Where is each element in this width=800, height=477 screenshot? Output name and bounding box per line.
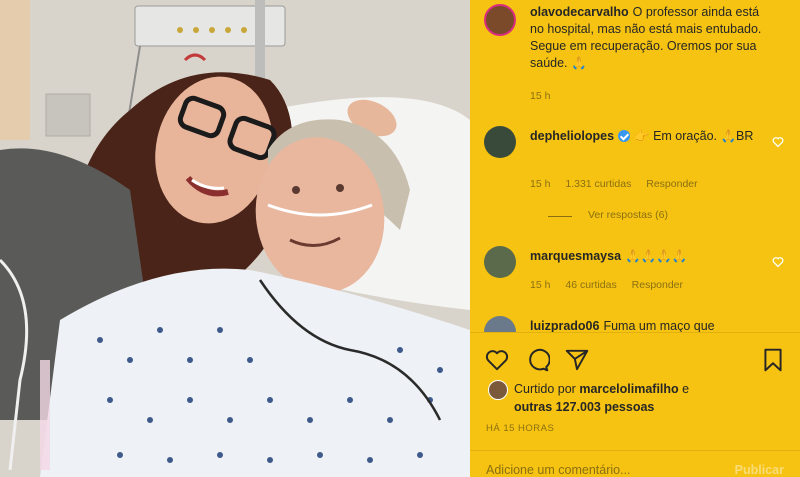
comment-likes[interactable]: 1.331 curtidas <box>565 178 631 190</box>
caption-time[interactable]: 15 h <box>530 90 550 102</box>
post-sidebar: olavodecarvalho O professor ainda está no… <box>470 0 800 477</box>
post-photo <box>0 0 470 477</box>
likes-others[interactable]: outras 127.003 pessoas <box>514 400 654 414</box>
comments-list: olavodecarvalho O professor ainda está no… <box>470 0 800 332</box>
avatar[interactable] <box>484 246 516 278</box>
post-timestamp[interactable]: HÁ 15 HORAS <box>486 423 554 434</box>
comment-text: 🙏🙏🙏🙏 <box>625 249 688 263</box>
hospital-photo <box>0 0 470 477</box>
avatar[interactable] <box>484 4 516 36</box>
comment-username[interactable]: depheliolopes <box>530 129 614 143</box>
heart-icon[interactable] <box>484 347 510 373</box>
comment-text: Fuma um maço que <box>603 319 715 332</box>
heart-icon[interactable] <box>772 136 784 148</box>
avatar[interactable] <box>484 126 516 158</box>
comment-text: 👉 Em oração. 🙏BR <box>634 129 754 143</box>
reply-button[interactable]: Responder <box>632 279 683 291</box>
comment-likes[interactable]: 46 curtidas <box>565 279 616 291</box>
likes-conj: e <box>682 382 690 396</box>
comment-time[interactable]: 15 h <box>530 178 550 190</box>
heart-icon[interactable] <box>772 256 784 268</box>
avatar[interactable] <box>488 380 508 400</box>
save-icon[interactable] <box>760 347 786 373</box>
reply-divider <box>548 216 572 217</box>
divider <box>470 450 800 451</box>
comment-icon[interactable] <box>524 347 550 373</box>
share-icon[interactable] <box>564 347 590 373</box>
comment-input[interactable]: Adicione um comentário... <box>486 463 631 477</box>
comment-username[interactable]: marquesmaysa <box>530 249 621 263</box>
comment-time[interactable]: 15 h <box>530 279 550 291</box>
likes-username[interactable]: marcelolimafilho <box>579 382 678 396</box>
verified-badge-icon <box>618 130 631 142</box>
publish-button[interactable]: Publicar <box>735 463 784 477</box>
view-replies-link[interactable]: Ver respostas (6) <box>588 209 668 221</box>
comment-username[interactable]: luizprado06 <box>530 319 599 332</box>
avatar[interactable] <box>484 316 516 332</box>
caption-username[interactable]: olavodecarvalho <box>530 5 629 19</box>
reply-button[interactable]: Responder <box>646 178 697 190</box>
likes-prefix: Curtido por <box>514 382 576 396</box>
